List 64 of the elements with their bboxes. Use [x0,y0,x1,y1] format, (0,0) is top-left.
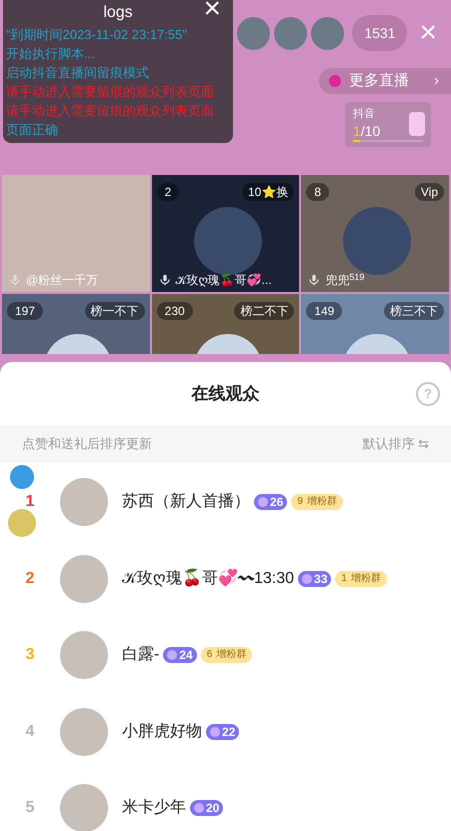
sheet-title: 在线观众 [192,382,260,405]
rank-number: 4 [24,722,36,742]
avatar-placeholder[interactable] [274,16,308,50]
viewer-name: 米卡少年 [122,798,186,818]
live-room-tile[interactable]: 197 榜一不下 [2,294,150,354]
fan-group-badge: 9 增粉群 [291,494,343,510]
avatar-placeholder [60,708,108,756]
close-button[interactable]: × [203,0,221,24]
room-name: 𝒦玫ღ瑰🍒哥💞... [176,272,272,289]
room-tag: 榜二不下 [234,302,294,320]
count-badge: 197 [7,302,44,320]
live-room-tile[interactable]: 230 榜二不下 [152,294,300,354]
room-tag: Vip [414,183,444,201]
room-tag: 10⭐换 [242,183,294,201]
rank-number: 3 [24,645,36,666]
log-line: 请手动进入需要留痕的观众列表页面 [6,102,215,120]
avatar-placeholder [60,784,108,831]
log-line: 开始执行脚本... [6,45,96,63]
count-badge: 8 [306,183,330,201]
microphone-icon [8,273,22,287]
card-label: 抖音 [353,106,376,122]
live-room-tile[interactable]: 149 榜三不下 [301,294,449,354]
viewer-row[interactable]: 1 苏西（新人首播） 26 9 增粉群 [0,464,451,540]
fan-group-badge: 1 增粉群 [335,570,387,587]
live-room-tile[interactable]: 8 Vip 兜兜$^{519}$ [301,175,449,292]
log-line: "到期时间2023-11-02 23:17:55" [6,26,188,44]
count-badge: 230 [156,302,193,320]
count-badge: 149 [306,302,342,320]
avatar-placeholder [60,478,108,526]
live-room-tile[interactable]: 2 10⭐换 𝒦玫ღ瑰🍒哥💞... [152,175,300,292]
sort-hint: 点赞和送礼后排序更新 [22,435,152,454]
viewer-row[interactable]: 2 𝒦玫ღ瑰🍒哥💞〰13:30 33 1 增粉群 [0,540,451,617]
level-badge: 22 [206,724,240,740]
level-badge: 33 [298,570,332,587]
rank-number: 5 [24,798,36,818]
viewer-row[interactable]: 5 米卡少年 20 [0,770,451,831]
level-badge: 24 [163,647,197,664]
log-line: 请手动进入需要留痕的观众列表页面 [6,83,215,101]
avatar-placeholder[interactable] [311,16,344,50]
fan-group-badge: 6 增粉群 [200,647,252,664]
log-line: 启动抖音直播间留痕模式 [6,64,150,82]
avatar-placeholder [60,631,108,680]
viewer-name: 𝒦玫ღ瑰🍒哥💞〰13:30 [122,568,294,589]
microphone-icon [158,273,172,287]
log-line: 页面正确 [6,121,59,139]
viewer-name: 小胖虎好物 [122,722,202,742]
level-badge: 26 [254,494,288,510]
level-badge: 20 [190,800,224,816]
avatar-placeholder[interactable] [237,16,270,50]
viewer-name: 苏西（新人首播） [122,492,250,512]
microphone-icon [307,273,322,287]
panel-title: logs [103,2,133,22]
rank-number: 2 [24,568,36,589]
avatar-placeholder [60,554,108,603]
count-badge: 2 [156,183,180,201]
room-name: @粉丝一千万 [26,272,98,289]
rank-number: 1 [24,492,36,512]
viewer-name: 白露- [122,645,160,666]
viewer-row[interactable]: 4 小胖虎好物 22 [0,694,451,770]
room-tag: 榜三不下 [384,302,444,320]
room-tag: 榜一不下 [84,302,145,320]
viewer-row[interactable]: 3 白露- 24 6 增粉群 [0,617,451,694]
room-name: 兜兜$^{519}$ [325,271,364,289]
progress-reading: 1/10 [353,122,382,138]
